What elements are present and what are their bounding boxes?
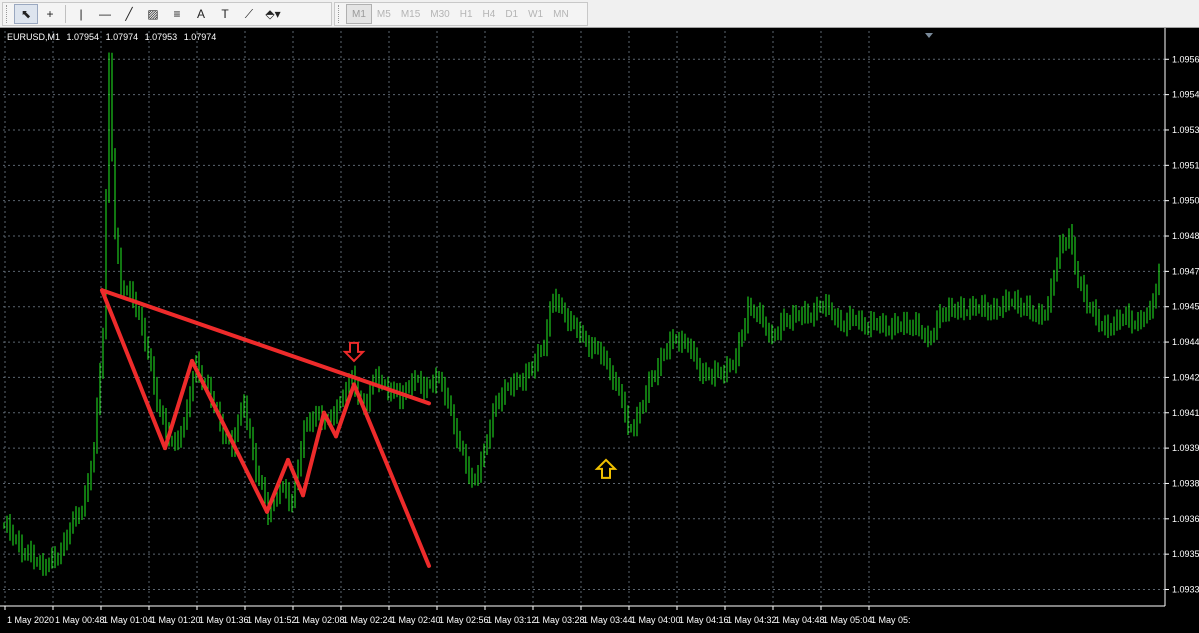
low-value: 1.07953 [144,32,178,42]
timeframe-m15-button[interactable]: M15 [396,4,425,24]
price-axis-label: 1.09455 [1172,302,1199,312]
price-axis-label: 1.09335 [1172,585,1199,595]
time-axis-label: 1 May 01:52 [247,615,297,625]
time-axis-label: 1 May 05: [871,615,911,625]
timeframes-bar: M1 M5 M15 M30 H1 H4 D1 W1 MN [334,2,588,26]
timeframe-m30-button[interactable]: M30 [425,4,454,24]
time-axis-label: 1 May 01:36 [199,615,249,625]
timeframe-w1-button[interactable]: W1 [523,4,548,24]
time-axis-label: 1 May 04:32 [727,615,777,625]
price-axis-label: 1.09425 [1172,372,1199,382]
price-axis-label: 1.09395 [1172,443,1199,453]
time-axis-label: 1 May 02:56 [439,615,489,625]
chart-background [0,28,1199,633]
timeframe-m5-button[interactable]: M5 [372,4,396,24]
time-axis-label: 1 May 04:00 [631,615,681,625]
symbol-label: EURUSD,M1 [7,32,61,42]
timeframe-h1-button[interactable]: H1 [455,4,478,24]
time-axis-label: 1 May 00:48 [55,615,105,625]
time-axis-label: 1 May 04:16 [679,615,729,625]
equidistant-channel-tool[interactable]: ▨ [141,4,165,24]
fibonacci-tool[interactable]: ≡ [165,4,189,24]
text-tool[interactable]: A [189,4,213,24]
text-label-tool[interactable]: T [213,4,237,24]
cursor-tool[interactable]: ⬉ [14,4,38,24]
chart-info-label: EURUSD,M1 1.07954 1.07974 1.07953 1.0797… [7,32,220,42]
time-axis-label: 1 May 04:48 [775,615,825,625]
close-value: 1.07974 [183,32,217,42]
drawing-tools-bar: ⬉ + | — ╱ ▨ ≡ A T ⟋ ⬘▾ [2,2,332,26]
arrows-tool[interactable]: ⬘▾ [261,4,285,24]
time-axis-label: 1 May 03:44 [583,615,633,625]
time-axis-label: 1 May 03:28 [535,615,585,625]
crosshair-tool[interactable]: + [38,4,62,24]
chart-window[interactable]: 1.09560 1.09545 1.09530 1.09515 1.09500 1.094… [0,28,1199,633]
price-axis-label: 1.09440 [1172,337,1199,347]
price-axis-label: 1.09545 [1172,90,1199,100]
horizontal-line-tool[interactable]: — [93,4,117,24]
price-chart[interactable]: 1.09560 1.09545 1.09530 1.09515 1.09500 1.094… [0,28,1199,633]
price-axis-label: 1.09365 [1172,514,1199,524]
fibo-fan-tool[interactable]: ⟋ [237,4,261,24]
timeframe-m1-button[interactable]: M1 [346,4,372,24]
time-axis-label: 1 May 05:04 [823,615,873,625]
price-axis-label: 1.09500 [1172,196,1199,206]
time-axis-label: 1 May 03:12 [487,615,537,625]
toolbar-grip[interactable] [6,5,11,23]
trendline-tool[interactable]: ╱ [117,4,141,24]
time-axis-label: 1 May 01:04 [103,615,153,625]
price-axis-label: 1.09560 [1172,54,1199,64]
open-value: 1.07954 [66,32,100,42]
timeframe-h4-button[interactable]: H4 [478,4,501,24]
price-axis-label: 1.09515 [1172,160,1199,170]
timeframe-d1-button[interactable]: D1 [500,4,523,24]
price-axis-label: 1.09485 [1172,231,1199,241]
price-axis-label: 1.09470 [1172,266,1199,276]
price-axis-label: 1.09350 [1172,549,1199,559]
price-axis-label: 1.09380 [1172,478,1199,488]
vertical-line-tool[interactable]: | [69,4,93,24]
price-axis-label: 1.09530 [1172,125,1199,135]
price-axis-label: 1.09410 [1172,408,1199,418]
toolbar-grip[interactable] [338,5,343,23]
time-axis-label: 1 May 2020 [7,615,54,625]
high-value: 1.07974 [105,32,139,42]
toolbar: ⬉ + | — ╱ ▨ ≡ A T ⟋ ⬘▾ M1 M5 M15 M30 H1 H4 D1 W1 MN [0,0,1199,28]
time-axis-label: 1 May 02:24 [343,615,393,625]
time-axis-label: 1 May 01:20 [151,615,201,625]
timeframe-mn-button[interactable]: MN [548,4,574,24]
time-axis-label: 1 May 02:08 [295,615,345,625]
toolbar-separator [65,5,66,23]
time-axis-label: 1 May 02:40 [391,615,441,625]
